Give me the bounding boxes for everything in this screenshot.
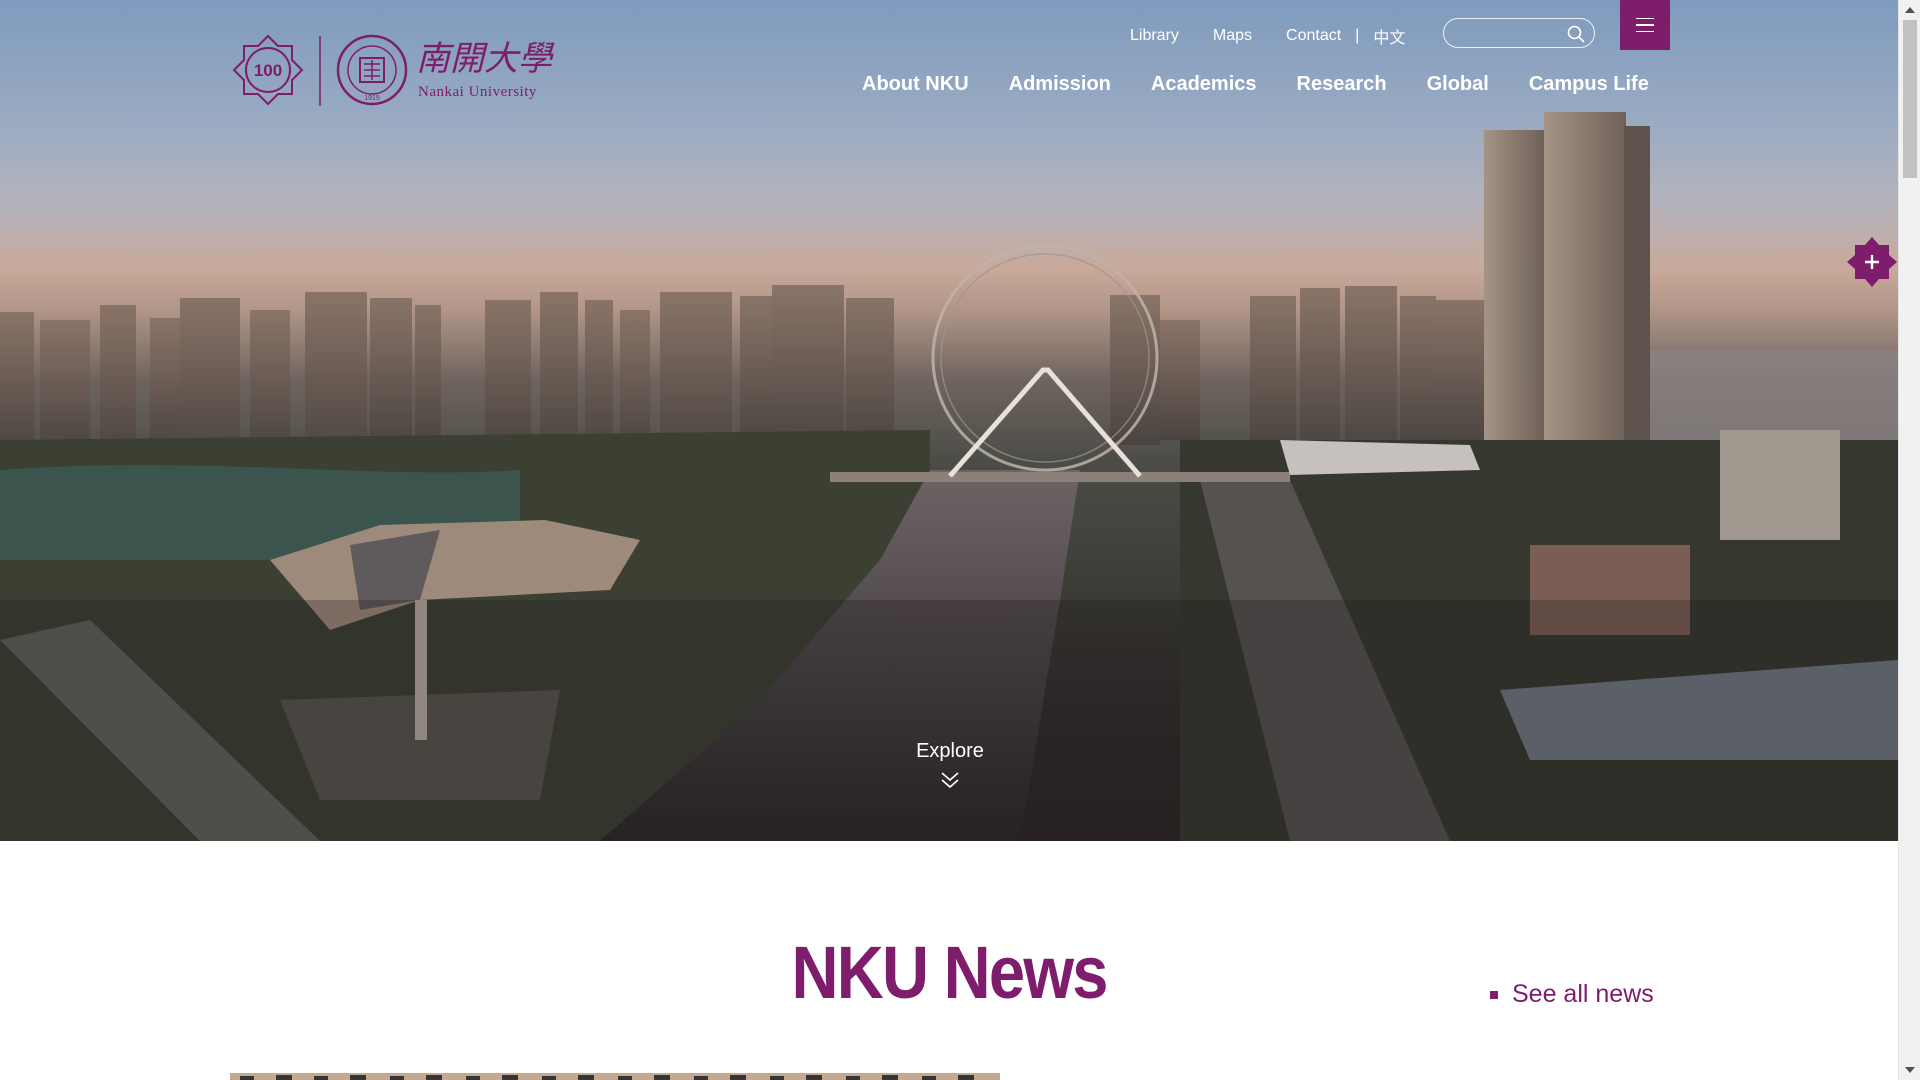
- main-nav: About NKU Admission Academics Research G…: [862, 73, 1649, 97]
- see-all-news-link[interactable]: See all news: [1490, 980, 1654, 1009]
- utility-separator: |: [1355, 27, 1360, 44]
- library-link[interactable]: Library: [1130, 27, 1179, 45]
- hamburger-icon-line: [1636, 24, 1654, 26]
- nav-item-research[interactable]: Research: [1297, 73, 1387, 97]
- hero-banner: 100 1919 南開大學 Nankai University Library …: [0, 0, 1898, 841]
- explore-button[interactable]: Explore: [880, 740, 1020, 791]
- scroll-up-arrow-icon[interactable]: [1905, 7, 1915, 13]
- plus-icon[interactable]: [1846, 236, 1898, 288]
- language-switch-link[interactable]: 中文: [1373, 24, 1405, 48]
- logo-seal-year: 1919: [364, 95, 380, 102]
- search-box: [1443, 18, 1595, 48]
- nav-item-global[interactable]: Global: [1427, 73, 1489, 97]
- scroll-down-arrow-icon[interactable]: [1905, 1067, 1915, 1073]
- double-chevron-down-icon: [941, 772, 959, 789]
- logo-chinese-name: 南開大學: [416, 39, 555, 79]
- search-input[interactable]: [1454, 23, 1566, 43]
- search-icon[interactable]: [1566, 24, 1586, 44]
- page-scrollbar[interactable]: [1898, 0, 1920, 1080]
- scrollbar-thumb[interactable]: [1903, 20, 1917, 178]
- menu-button[interactable]: [1620, 0, 1670, 50]
- maps-link[interactable]: Maps: [1213, 27, 1252, 45]
- see-all-news-label: See all news: [1512, 980, 1654, 1008]
- nav-item-academics[interactable]: Academics: [1151, 73, 1257, 97]
- hamburger-icon-line: [1636, 30, 1654, 33]
- nav-item-campus-life[interactable]: Campus Life: [1529, 73, 1649, 97]
- bullet-icon: [1490, 990, 1498, 999]
- nankai-university-logo[interactable]: 100 1919 南開大學 Nankai University: [232, 34, 564, 110]
- news-thumbnail-image[interactable]: [230, 1073, 1000, 1080]
- utility-nav: Library Maps Contact | 中文: [1130, 24, 1405, 48]
- logo-centennial-text: 100: [254, 61, 282, 80]
- hamburger-icon-line: [1636, 17, 1654, 20]
- nav-item-admission[interactable]: Admission: [1009, 73, 1111, 97]
- explore-label: Explore: [916, 740, 984, 762]
- hero-cityscape-image: [0, 112, 1898, 841]
- contact-link[interactable]: Contact: [1286, 27, 1341, 45]
- nav-item-about-nku[interactable]: About NKU: [862, 73, 969, 97]
- logo-english-name: Nankai University: [418, 84, 537, 100]
